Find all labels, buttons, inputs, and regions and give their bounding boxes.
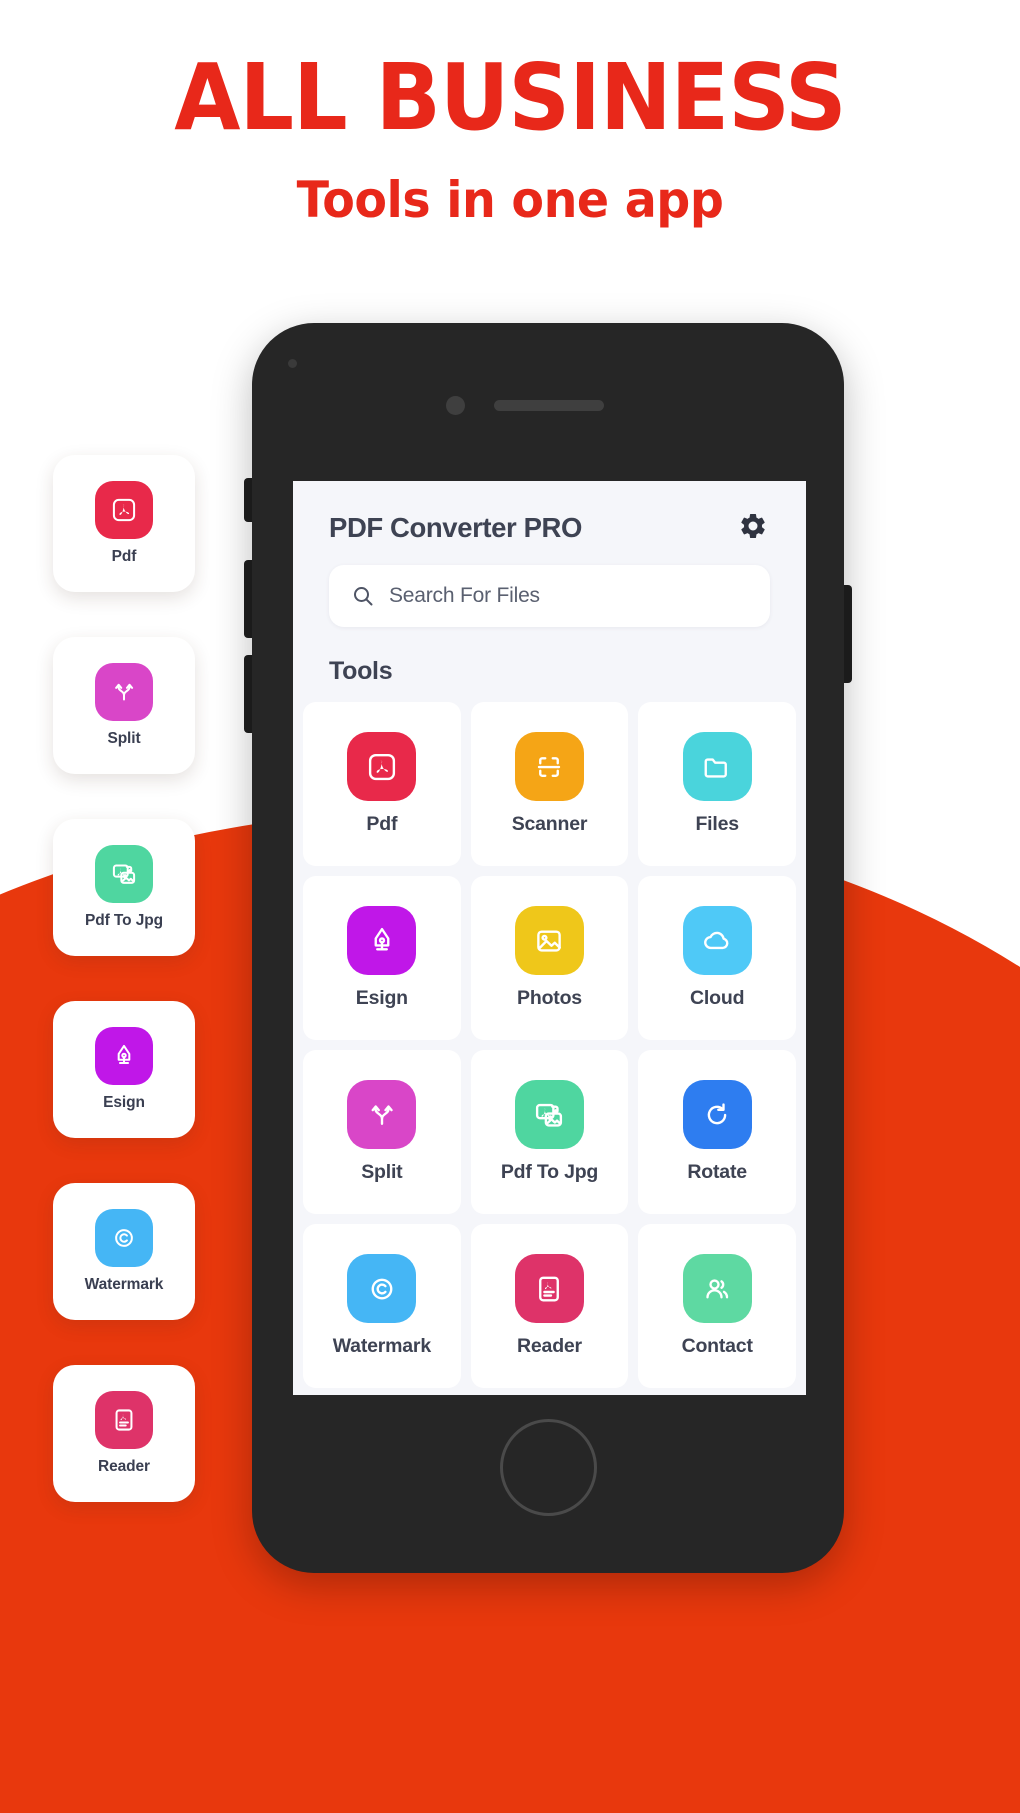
pdf-icon — [95, 481, 153, 539]
feature-card-split[interactable]: Split — [53, 637, 195, 774]
tool-tile-esign[interactable]: Esign — [303, 876, 461, 1040]
tools-grid: Pdf Scanner Files Esign Photos Cloud Spl… — [293, 686, 806, 1388]
tool-tile-contact[interactable]: Contact — [638, 1224, 796, 1388]
feature-card-watermark[interactable]: Watermark — [53, 1183, 195, 1320]
promo-screenshot: ALL BUSINESS Tools in one app Pdf Split … — [0, 0, 1020, 1813]
feature-card-pdf-to-jpg[interactable]: Pdf To Jpg — [53, 819, 195, 956]
tool-tile-pdf[interactable]: Pdf — [303, 702, 461, 866]
watermark-icon — [347, 1254, 417, 1323]
tool-tile-cloud[interactable]: Cloud — [638, 876, 796, 1040]
reader-icon — [95, 1391, 153, 1449]
tool-tile-files[interactable]: Files — [638, 702, 796, 866]
phone-sensor-dot — [288, 359, 297, 368]
tool-tile-label: Rotate — [687, 1161, 747, 1183]
contacts-icon — [682, 1254, 752, 1323]
app-title: PDF Converter PRO — [329, 512, 582, 543]
tool-tile-scanner[interactable]: Scanner — [470, 702, 629, 866]
phone-front-camera — [446, 396, 465, 415]
settings-button[interactable] — [736, 511, 770, 545]
feature-card-label: Pdf — [111, 548, 137, 565]
reader-icon — [514, 1254, 584, 1323]
search-input[interactable] — [389, 584, 748, 608]
photo-icon — [514, 906, 584, 975]
tool-tile-label: Watermark — [332, 1335, 431, 1357]
page-title: ALL BUSINESS — [174, 44, 846, 151]
tool-tile-label: Files — [695, 813, 739, 835]
feature-card-esign[interactable]: Esign — [53, 1001, 195, 1138]
tool-tile-label: Contact — [681, 1335, 753, 1357]
watermark-icon — [95, 1209, 153, 1267]
tool-tile-watermark[interactable]: Watermark — [303, 1224, 461, 1388]
rotate-icon — [682, 1080, 752, 1149]
search-icon — [351, 584, 375, 608]
phone-earpiece-speaker — [494, 400, 604, 411]
tool-tile-rotate[interactable]: Rotate — [638, 1050, 796, 1214]
split-icon — [95, 663, 153, 721]
tool-tile-label: Pdf To Jpg — [500, 1161, 599, 1183]
scanner-icon — [514, 732, 584, 801]
tools-section-title: Tools — [329, 657, 393, 685]
pdf-to-jpg-icon — [514, 1080, 584, 1149]
tool-tile-pdf-to-jpg[interactable]: Pdf To Jpg — [470, 1050, 629, 1214]
feature-card-label: Watermark — [84, 1276, 164, 1293]
hero-text-block: ALL BUSINESS Tools in one app — [0, 44, 1020, 229]
tool-tile-split[interactable]: Split — [303, 1050, 461, 1214]
app-header: PDF Converter PRO — [293, 481, 806, 553]
tool-tile-label: Cloud — [690, 987, 745, 1009]
tool-tile-label: Esign — [355, 987, 408, 1009]
tool-tile-label: Photos — [517, 987, 582, 1009]
tool-tile-photos[interactable]: Photos — [470, 876, 629, 1040]
esign-pen-icon — [95, 1027, 153, 1085]
split-icon — [347, 1080, 417, 1149]
page-subtitle: Tools in one app — [296, 170, 724, 229]
phone-home-button[interactable] — [500, 1419, 597, 1516]
phone-power-button[interactable] — [843, 585, 852, 683]
tool-tile-reader[interactable]: Reader — [470, 1224, 629, 1388]
feature-card-reader[interactable]: Reader — [53, 1365, 195, 1502]
feature-card-label: Pdf To Jpg — [85, 912, 163, 929]
feature-card-pdf[interactable]: Pdf — [53, 455, 195, 592]
tool-tile-label: Split — [361, 1161, 403, 1183]
tool-tile-label: Scanner — [511, 813, 588, 835]
pdf-to-jpg-icon — [95, 845, 153, 903]
folder-icon — [682, 732, 752, 801]
gear-icon — [738, 511, 768, 546]
feature-card-label: Split — [107, 730, 141, 747]
esign-pen-icon — [347, 906, 417, 975]
feature-card-label: Reader — [98, 1458, 150, 1475]
tool-tile-label: Reader — [517, 1335, 582, 1357]
tool-tile-label: Pdf — [366, 813, 398, 835]
phone-screen: PDF Converter PRO Tools — [293, 481, 806, 1395]
left-feature-rail: Pdf Split Pdf To Jpg Esign Watermark Rea… — [53, 455, 195, 1547]
search-section — [293, 553, 806, 627]
search-bar[interactable] — [329, 565, 770, 627]
pdf-icon — [347, 732, 417, 801]
cloud-icon — [682, 906, 752, 975]
feature-card-label: Esign — [103, 1094, 145, 1111]
